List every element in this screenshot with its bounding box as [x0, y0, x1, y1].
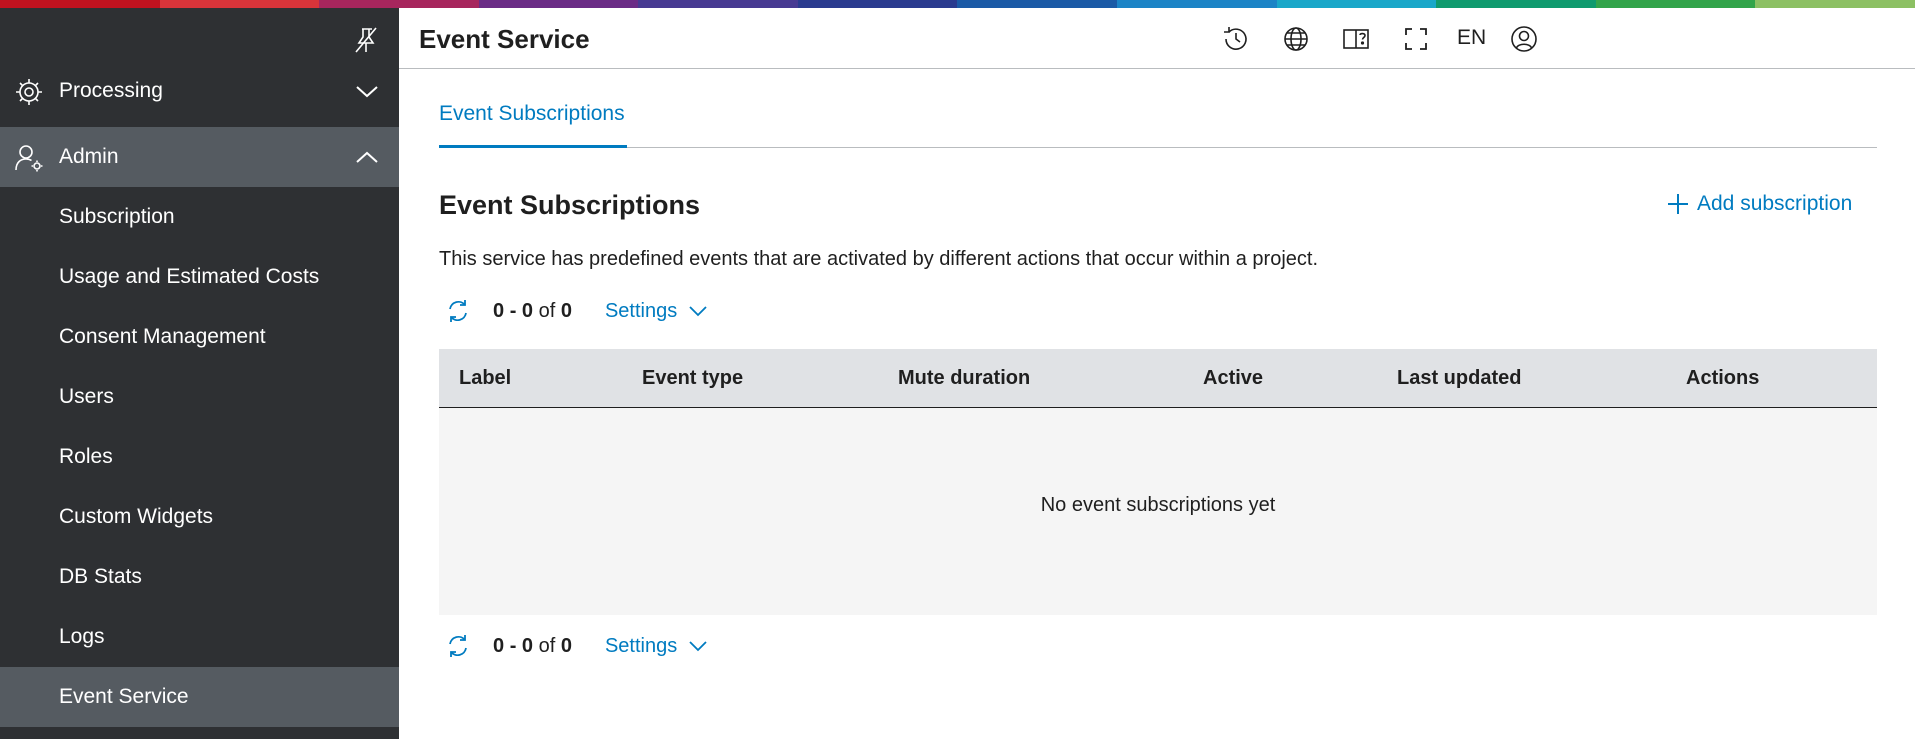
- sidebar-item-users[interactable]: Users: [0, 367, 399, 427]
- help-book-icon[interactable]: [1341, 24, 1371, 54]
- brand-stripe-segment: [1436, 0, 1596, 8]
- unpin-icon[interactable]: [352, 26, 380, 54]
- brand-stripe-segment: [957, 0, 1118, 8]
- sidebar-item-label: Logs: [59, 625, 105, 648]
- column-header-active[interactable]: Active: [1203, 349, 1263, 408]
- empty-state-message: No event subscriptions yet: [1040, 494, 1276, 516]
- language-selector[interactable]: EN: [1457, 26, 1486, 50]
- section-description: This service has predefined events that …: [439, 248, 1318, 270]
- pager-bottom: 0 - 0 of 0 Settings: [439, 628, 707, 664]
- pager-settings-label: Settings: [604, 634, 678, 657]
- tab-event-subscriptions[interactable]: Event Subscriptions: [439, 96, 627, 148]
- sidebar-item-db-stats[interactable]: DB Stats: [0, 547, 399, 607]
- sidebar-item-logs[interactable]: Logs: [0, 607, 399, 667]
- brand-stripe-segment: [1595, 0, 1756, 8]
- brand-stripe-segment: [638, 0, 798, 8]
- tab-bar: Event Subscriptions: [439, 96, 1877, 148]
- pager-settings-label: Settings: [604, 299, 678, 322]
- sidebar-item-custom-widgets[interactable]: Custom Widgets: [0, 487, 399, 547]
- brand-stripe-segment: [1755, 0, 1915, 8]
- brand-stripe-segment: [1117, 0, 1277, 8]
- brand-stripe-segment: [797, 0, 958, 8]
- pager-range: 0 - 0 of 0: [493, 634, 572, 657]
- sidebar: Processing Admin Subscription Usage and …: [0, 8, 399, 739]
- pager-settings-dropdown[interactable]: Settings: [605, 300, 707, 323]
- chevron-up-icon: [356, 151, 378, 163]
- admin-user-gear-icon: [15, 145, 43, 172]
- column-header-last-updated[interactable]: Last updated: [1397, 349, 1521, 408]
- sidebar-item-usage[interactable]: Usage and Estimated Costs: [0, 247, 399, 307]
- processing-gear-icon: [16, 79, 42, 105]
- pager-settings-dropdown[interactable]: Settings: [605, 635, 707, 658]
- pager-of: of: [538, 634, 556, 657]
- brand-stripe: [0, 0, 1915, 8]
- column-header-label[interactable]: Label: [459, 349, 511, 408]
- brand-stripe-segment: [478, 0, 639, 8]
- add-subscription-label: Add subscription: [1697, 192, 1853, 215]
- pager-from: 0: [493, 634, 505, 657]
- column-header-event-type[interactable]: Event type: [642, 349, 743, 408]
- pager-of: of: [538, 299, 556, 322]
- sidebar-item-label: Subscription: [59, 205, 175, 228]
- sidebar-item-consent[interactable]: Consent Management: [0, 307, 399, 367]
- add-subscription-button[interactable]: Add subscription: [1667, 192, 1852, 216]
- pager-to: 0: [521, 634, 534, 657]
- globe-icon[interactable]: [1281, 24, 1311, 54]
- sidebar-group-label: Processing: [59, 79, 163, 102]
- brand-stripe-segment: [159, 0, 320, 8]
- sidebar-item-label: Usage and Estimated Costs: [59, 265, 320, 288]
- sidebar-item-roles[interactable]: Roles: [0, 427, 399, 487]
- sidebar-item-label: Consent Management: [59, 325, 266, 348]
- sidebar-group-admin[interactable]: Admin: [0, 127, 399, 187]
- sidebar-item-label: Custom Widgets: [59, 505, 214, 528]
- pager-to: 0: [521, 299, 534, 322]
- sidebar-item-subscription[interactable]: Subscription: [0, 187, 399, 247]
- history-icon[interactable]: [1221, 24, 1251, 54]
- page-title: Event Service: [419, 24, 590, 54]
- subscriptions-table: Label Event type Mute duration Active La…: [439, 349, 1877, 615]
- sidebar-group-processing[interactable]: Processing: [0, 61, 399, 121]
- fullscreen-icon[interactable]: [1401, 24, 1431, 54]
- chevron-down-icon: [356, 86, 378, 98]
- sidebar-group-label: Admin: [59, 145, 119, 168]
- user-profile-icon[interactable]: [1509, 24, 1539, 54]
- section-title: Event Subscriptions: [439, 190, 701, 220]
- pager-total: 0: [560, 299, 572, 322]
- table-header: Label Event type Mute duration Active La…: [439, 349, 1877, 408]
- refresh-icon[interactable]: [443, 631, 473, 661]
- sidebar-item-label: Roles: [59, 445, 113, 468]
- brand-stripe-segment: [1276, 0, 1437, 8]
- table-body: No event subscriptions yet: [439, 408, 1877, 615]
- sidebar-item-label: Event Service: [59, 685, 189, 708]
- brand-stripe-segment: [319, 0, 479, 8]
- brand-stripe-segment: [0, 0, 160, 8]
- sidebar-item-label: DB Stats: [59, 565, 142, 588]
- column-header-actions: Actions: [1686, 367, 1760, 389]
- pager-top: 0 - 0 of 0 Settings: [439, 293, 707, 329]
- pager-total: 0: [560, 634, 572, 657]
- refresh-icon[interactable]: [443, 296, 473, 326]
- column-header-mute-duration[interactable]: Mute duration: [898, 349, 1030, 408]
- chevron-down-icon: [689, 641, 707, 652]
- chevron-down-icon: [689, 306, 707, 317]
- plus-icon: [1668, 194, 1688, 214]
- sidebar-item-label: Users: [59, 385, 114, 408]
- app-header: Event Service EN: [399, 8, 1915, 69]
- sidebar-item-event-service[interactable]: Event Service: [0, 667, 399, 727]
- pager-from: 0: [493, 299, 505, 322]
- pager-range: 0 - 0 of 0: [493, 299, 572, 322]
- main-content: Event Service EN Event Subscriptions Eve…: [399, 8, 1915, 739]
